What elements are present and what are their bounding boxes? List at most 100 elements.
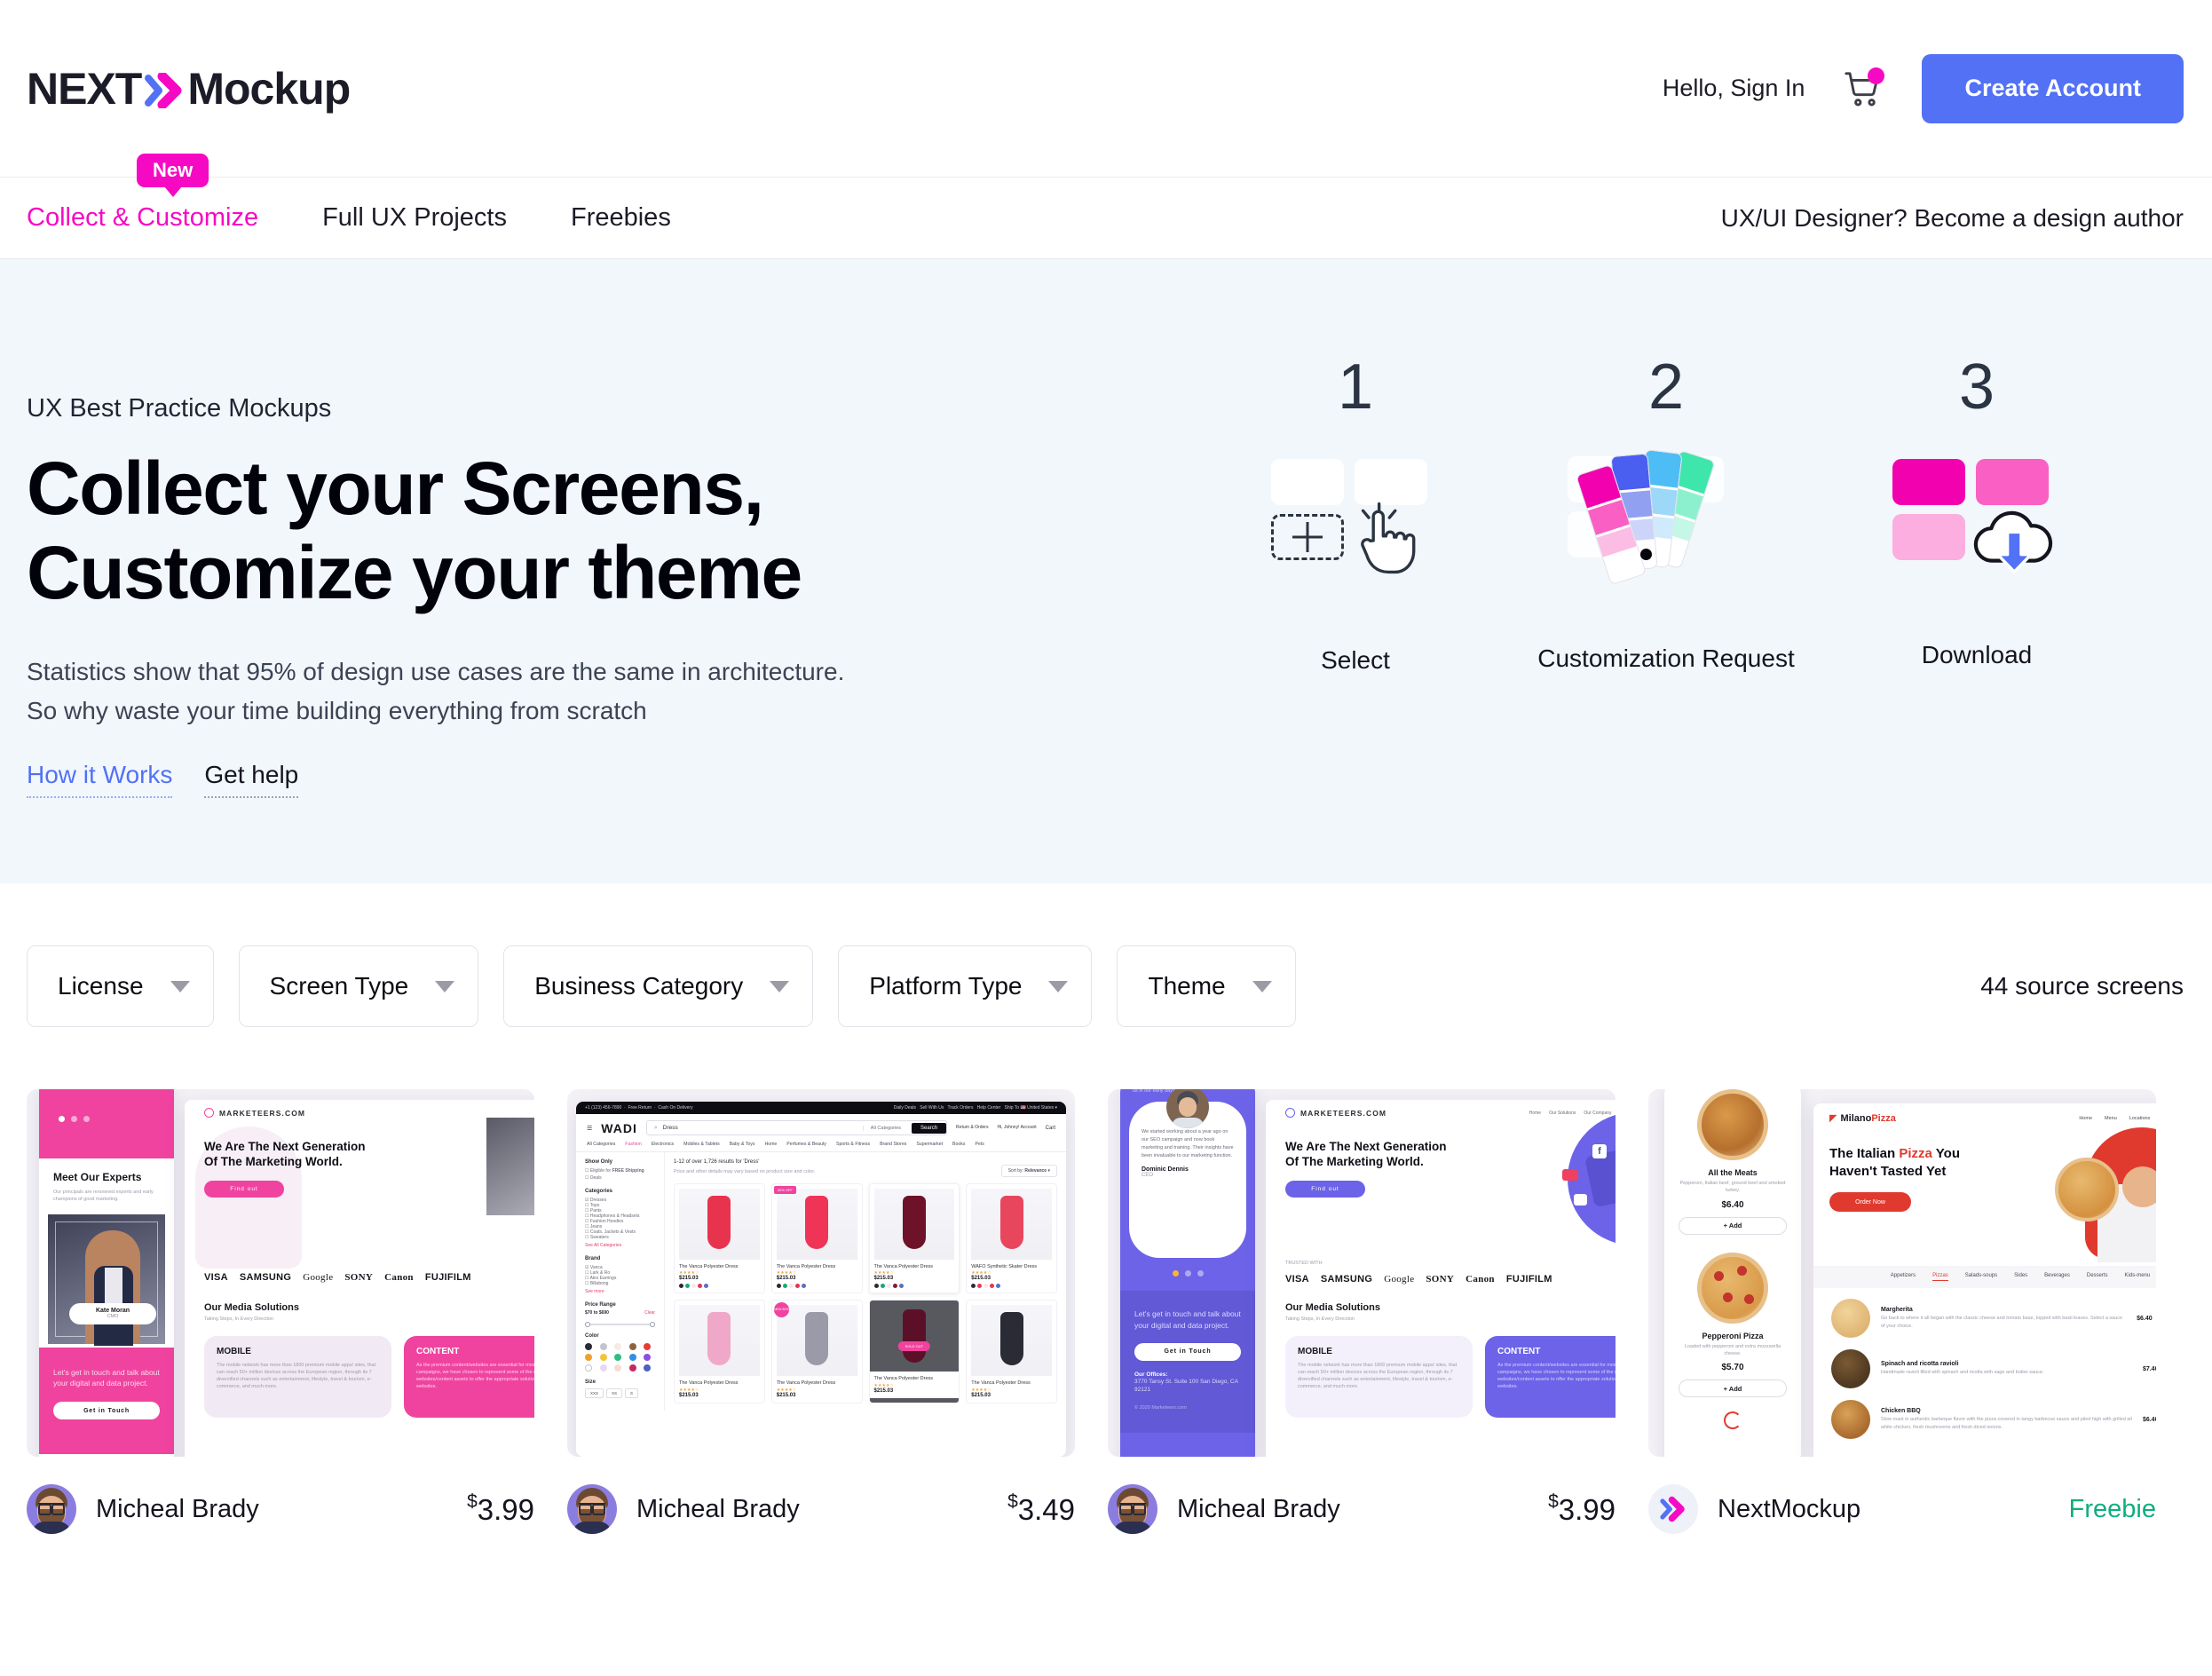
card1-person-role: CMO	[107, 1314, 119, 1319]
card2-size-xxs[interactable]: XXS	[585, 1388, 604, 1398]
card2-search-value[interactable]: Dress	[663, 1125, 678, 1131]
product-name: WAFO Synthetic Skater Dress	[971, 1264, 1038, 1269]
shopping-cart-icon[interactable]	[1840, 66, 1886, 112]
card4-item2-add-button[interactable]: + Add	[1679, 1380, 1787, 1397]
card2-size-xs[interactable]: XS	[606, 1388, 623, 1398]
card4-order-now-button[interactable]: Order Now	[1829, 1192, 1911, 1212]
card2-search-button[interactable]: Search	[912, 1122, 947, 1134]
card2-see-all-categories[interactable]: See All Categories	[585, 1243, 655, 1248]
card2-nav-10[interactable]: Books	[952, 1142, 965, 1147]
card3-person-role: CEO	[1142, 1173, 1154, 1179]
card1-mobile-body: Our principals are renowned experts and …	[53, 1190, 154, 1203]
nav-item-full-ux-projects[interactable]: Full UX Projects	[322, 203, 507, 233]
card4-menu-row[interactable]: Spinach and ricotta ravioli Handmade rav…	[1813, 1338, 2156, 1388]
card2-nav-3[interactable]: Mobiles & Tablets	[683, 1142, 720, 1147]
card3-hero-button[interactable]: Find out	[1285, 1180, 1365, 1198]
card4-menu-row[interactable]: Chicken BBQ Slow roast in authentic barb…	[1813, 1388, 2156, 1439]
how-it-works-link[interactable]: How it Works	[27, 761, 173, 799]
card4-nav-1[interactable]: Menu	[2105, 1116, 2117, 1121]
product-tile-sold-out[interactable]: SOLD OUT The Vanca Polyester Dress ★★★★☆…	[868, 1300, 960, 1403]
card2-size-s[interactable]: S	[625, 1388, 639, 1398]
card4-tab-appetizers[interactable]: Appetizers	[1891, 1273, 1916, 1281]
mockup-card[interactable]: Meet Our Experts Our principals are reno…	[27, 1089, 534, 1535]
card4-menu-desc-1: Handmade ravioli filled with spinach and…	[1881, 1370, 2044, 1376]
card-author[interactable]: Micheal Brady	[96, 1495, 259, 1524]
main-navigation: New Collect & Customize Full UX Projects…	[0, 154, 2212, 259]
filter-business-category[interactable]: Business Category	[503, 945, 814, 1027]
site-logo[interactable]: NEXT Mockup	[27, 63, 351, 115]
card1-hero-button[interactable]: Find out	[204, 1180, 284, 1198]
card3-nav-2[interactable]: Our Company	[1584, 1111, 1611, 1116]
card2-price-clear[interactable]: Clear	[644, 1310, 655, 1316]
card2-nav-11[interactable]: Pets	[975, 1142, 984, 1147]
mockup-card[interactable]: +1 (123) 456-7890 · Free Return · Cash O…	[567, 1089, 1075, 1535]
card2-nav-6[interactable]: Perfumes & Beauty	[786, 1142, 826, 1147]
get-help-link[interactable]: Get help	[204, 761, 299, 799]
card2-search-scope[interactable]: All Categories	[862, 1125, 906, 1131]
mockup-thumbnail-wadi-shop[interactable]: +1 (123) 456-7890 · Free Return · Cash O…	[567, 1089, 1075, 1457]
mockup-thumbnail-marketeers-pink[interactable]: Meet Our Experts Our principals are reno…	[27, 1089, 534, 1457]
card2-nav-1[interactable]: Fashion	[625, 1142, 641, 1147]
card2-nav-5[interactable]: Home	[764, 1142, 777, 1147]
filter-theme[interactable]: Theme	[1117, 945, 1296, 1027]
card4-menu-price-1: $7.40	[2142, 1365, 2156, 1372]
create-account-button[interactable]: Create Account	[1922, 53, 2184, 123]
card3-cta-button[interactable]: Get in Touch	[1134, 1342, 1241, 1361]
cloud-download-icon	[1892, 446, 2061, 597]
card3-offices-label: Our Offices:	[1134, 1371, 1168, 1378]
filter-screen-type[interactable]: Screen Type	[238, 945, 479, 1027]
card2-nav-4[interactable]: Baby & Toys	[730, 1142, 755, 1147]
card-author[interactable]: NextMockup	[1718, 1495, 1860, 1524]
card1-cta-button[interactable]: Get in Touch	[53, 1402, 160, 1419]
card4-tab-pizzas[interactable]: Pizzas	[1932, 1273, 1948, 1281]
card4-item1-add-button[interactable]: + Add	[1679, 1216, 1787, 1235]
card4-menu-row[interactable]: Margherita Go back to where it all began…	[1813, 1288, 2156, 1338]
card4-tab-beverages[interactable]: Beverages	[2044, 1273, 2070, 1281]
card2-nav-9[interactable]: Supermarket	[916, 1142, 943, 1147]
filter-license[interactable]: License	[27, 945, 214, 1027]
results-count: 44 source screens	[1980, 972, 2184, 1000]
card4-nav-0[interactable]: Home	[2079, 1116, 2092, 1121]
product-tile[interactable]: WAFO Synthetic Skater Dress ★★★★☆ $215.0…	[966, 1183, 1057, 1294]
product-tile[interactable]: NEW 50% The Vanca Polyester Dress ★★★★☆ …	[770, 1300, 863, 1403]
card3-nav-0[interactable]: Home	[1529, 1111, 1541, 1116]
card-author[interactable]: Micheal Brady	[636, 1495, 800, 1524]
card3-desktop-brand: MARKETEERS.COM	[1300, 1108, 1387, 1118]
product-tile[interactable]: The Vanca Polyester Dress ★★★★☆ $215.03	[674, 1300, 765, 1403]
card2-facet-2: Brand	[585, 1256, 601, 1261]
product-tile[interactable]: The Vanca Polyester Dress ★★★★☆ $215.03	[966, 1300, 1057, 1403]
sign-in-link[interactable]: Hello, Sign In	[1663, 75, 1805, 102]
card4-nav-2[interactable]: Locations	[2129, 1116, 2151, 1121]
card2-nav-8[interactable]: Brand Stores	[880, 1142, 906, 1147]
card4-tab-desserts[interactable]: Desserts	[2087, 1273, 2108, 1281]
card2-cart[interactable]: Cart	[1046, 1126, 1055, 1131]
product-tile[interactable]: The Vanca Polyester Dress ★★★★☆ $215.03	[868, 1183, 960, 1294]
card3-nav-1[interactable]: Our Solutions	[1549, 1111, 1576, 1116]
card-footer: Micheal Brady $3.99	[1108, 1483, 1616, 1535]
mockup-card[interactable]: us in our early days. We started working…	[1108, 1089, 1616, 1535]
card2-nav-0[interactable]: All Categories	[587, 1142, 615, 1147]
card2-see-more-brand[interactable]: See more	[585, 1289, 655, 1294]
card2-sort-value[interactable]: Relevance	[1024, 1168, 1047, 1174]
mockup-thumbnail-milano-pizza[interactable]: All the Meats Pepperoni, Italian beef, g…	[1648, 1089, 2156, 1457]
product-tile[interactable]: 20% OFF The Vanca Polyester Dress ★★★★☆ …	[770, 1183, 863, 1294]
filter-platform-type[interactable]: Platform Type	[838, 945, 1093, 1027]
card-author[interactable]: Micheal Brady	[1177, 1495, 1340, 1524]
avatar	[567, 1484, 617, 1534]
card2-account-user[interactable]: Hi, Johnny! Account	[997, 1125, 1036, 1131]
card2-color-swatches[interactable]	[585, 1343, 655, 1372]
card4-tab-salads-soups[interactable]: Salads-soups	[1965, 1273, 1997, 1281]
mockup-thumbnail-marketeers-purple[interactable]: us in our early days. We started working…	[1108, 1089, 1616, 1457]
card2-nav-2[interactable]: Electronics	[652, 1142, 674, 1147]
card4-tab-kids-menu[interactable]: Kids-menu	[2125, 1273, 2151, 1281]
become-design-author-link[interactable]: UX/UI Designer? Become a design author	[1721, 204, 2184, 233]
card4-tab-sides[interactable]: Sides	[2014, 1273, 2027, 1281]
nav-item-collect-customize[interactable]: Collect & Customize	[27, 203, 258, 233]
card4-menu-name-0: Margherita	[1881, 1307, 1913, 1314]
nav-item-freebies[interactable]: Freebies	[571, 203, 671, 233]
color-swatch-fan-icon	[1564, 446, 1768, 597]
card2-account-returns[interactable]: Return & Orders	[956, 1125, 988, 1131]
mockup-card[interactable]: All the Meats Pepperoni, Italian beef, g…	[1648, 1089, 2156, 1535]
card2-nav-7[interactable]: Sports & Fitness	[836, 1142, 870, 1147]
product-tile[interactable]: The Vanca Polyester Dress ★★★★☆ $215.03	[674, 1183, 765, 1294]
